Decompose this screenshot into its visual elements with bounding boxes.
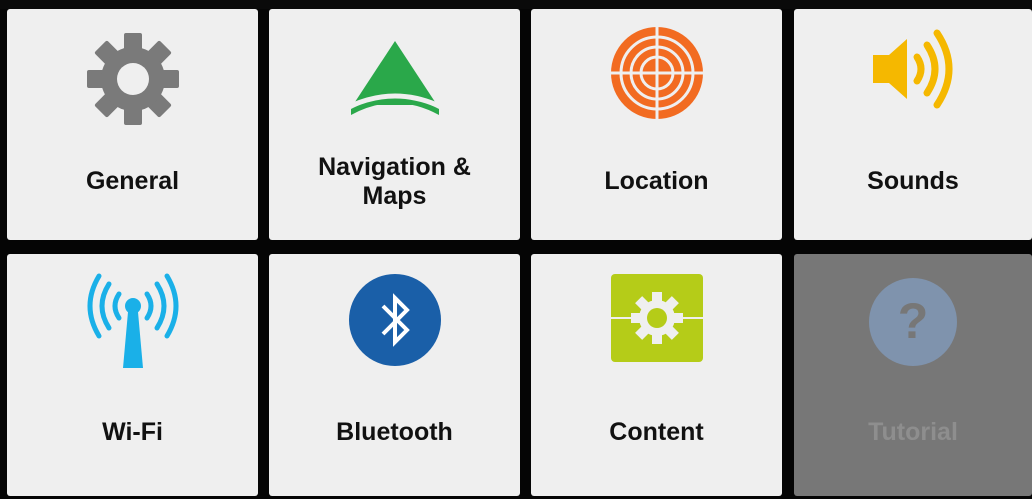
- location-target-icon: [610, 27, 703, 119]
- tile-label: Navigation & Maps: [318, 153, 471, 210]
- tile-bluetooth[interactable]: Bluetooth: [269, 254, 520, 496]
- tile-label: Content: [609, 418, 704, 446]
- gear-icon: [86, 33, 179, 125]
- svg-text:?: ?: [898, 293, 929, 349]
- navigation-arrow-icon: [350, 41, 439, 115]
- tile-label: Tutorial: [868, 418, 958, 446]
- bluetooth-icon: [348, 274, 441, 366]
- tile-wifi[interactable]: Wi-Fi: [7, 254, 258, 496]
- speaker-icon: [873, 29, 953, 109]
- tile-label: General: [85, 167, 180, 195]
- status-bar: [0, 0, 1032, 9]
- tile-label: Sounds: [867, 167, 959, 195]
- tile-content[interactable]: Content: [531, 254, 782, 496]
- tile-label: Bluetooth: [336, 418, 453, 446]
- help-question-icon: ?: [869, 278, 957, 366]
- tile-sounds[interactable]: Sounds: [794, 9, 1032, 240]
- tile-label: Location: [604, 167, 709, 195]
- tile-location[interactable]: Location: [531, 9, 782, 240]
- settings-grid: General Navigation & Maps Location Sound…: [0, 0, 1032, 499]
- tile-general[interactable]: General: [7, 9, 258, 240]
- tile-navigation-maps[interactable]: Navigation & Maps: [269, 9, 520, 240]
- wifi-antenna-icon: [87, 273, 178, 368]
- tile-label: Wi-Fi: [102, 418, 163, 446]
- tile-tutorial: ? Tutorial: [794, 254, 1032, 496]
- content-gear-icon: [610, 274, 703, 362]
